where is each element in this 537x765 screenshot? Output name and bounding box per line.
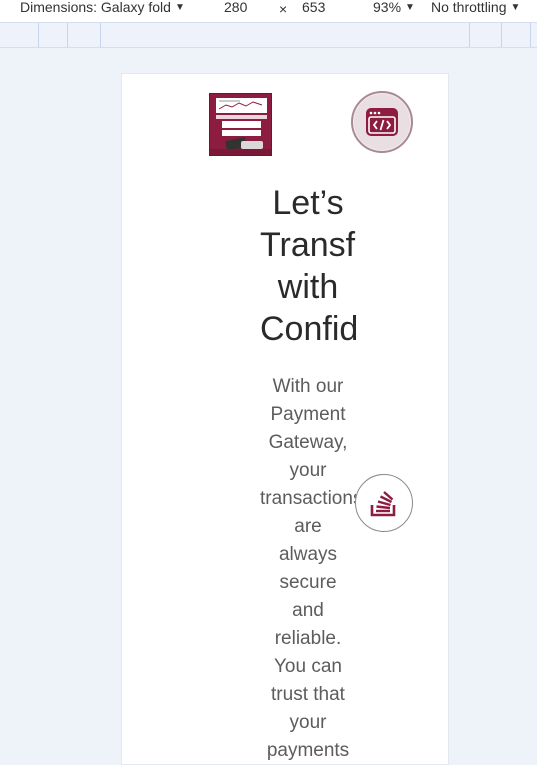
payment-gateway-logo[interactable] [209,93,272,156]
ruler-divider [501,23,502,47]
description-line: Gateway, [268,432,348,453]
description-line: With our [272,376,344,397]
description-line: your [289,712,327,733]
media-query-ruler[interactable] [0,22,537,48]
width-input[interactable]: 280 [224,0,247,22]
logo-graphic [210,98,271,155]
ruler-divider [469,23,470,47]
description-line: payments [266,740,350,761]
description-line: trust that [271,684,345,705]
description-line: always [278,544,338,565]
description-line: You can [274,656,342,677]
height-input[interactable]: 653 [302,0,325,22]
ruler-divider [100,23,101,47]
ruler-divider [530,23,531,47]
description-line: transactions [260,488,356,509]
headline-line: Transform [260,226,356,264]
hero-description-container: With our Payment Gateway, your transacti… [260,373,356,764]
description-line: are [294,516,322,537]
throttling-label: No throttling [431,0,507,15]
description-line: Payment [270,404,346,425]
description-line: secure [279,572,337,593]
dimensions-dropdown[interactable]: Dimensions: Galaxy fold ▼ [20,0,185,22]
devtools-device-toolbar: Dimensions: Galaxy fold ▼ 280 × 653 93% ▼ … [0,0,537,22]
hero-headline: Let’s Transform with Confidence [260,182,356,350]
description-line: reliable. [274,628,342,649]
chevron-down-icon: ▼ [405,2,415,13]
ruler-divider [38,23,39,47]
stack-overflow-icon [370,491,396,517]
zoom-label: 93% [373,0,402,15]
code-window-icon-background [354,94,410,150]
ruler-divider [67,23,68,47]
throttling-dropdown[interactable]: No throttling ▼ [431,0,520,22]
headline-line: Confidence [260,310,356,348]
description-line: and [292,600,324,621]
stack-overflow-button[interactable] [355,474,413,532]
headline-line: with [277,268,339,306]
chevron-down-icon: ▼ [510,2,521,13]
zoom-dropdown[interactable]: 93% ▼ [373,0,415,22]
hero-headline-container: Let’s Transform with Confidence [260,182,356,362]
code-window-icon-button[interactable] [351,91,413,153]
code-window-icon [366,108,398,136]
times-icon: × [279,1,288,17]
chevron-down-icon: ▼ [174,2,185,13]
description-line: your [289,460,327,481]
dimensions-label: Dimensions: Galaxy fold [20,0,171,15]
hero-description: With our Payment Gateway, your transacti… [260,373,356,764]
device-viewport: Let’s Transform with Confidence With our… [121,73,449,765]
headline-line: Let’s [272,184,344,222]
